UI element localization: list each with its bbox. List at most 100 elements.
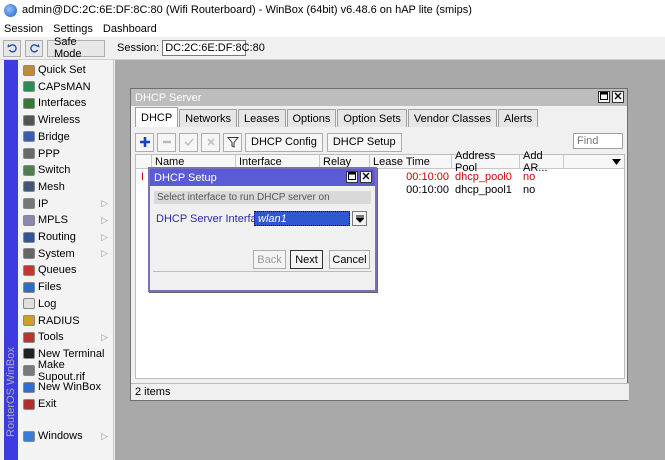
sidebar-item-quick-set[interactable]: Quick Set [18,62,114,78]
dropdown-arrow-icon [355,215,364,223]
item-count: 2 items [135,386,171,398]
radius-icon [23,315,35,326]
dhcp-setup-title: DHCP Setup [154,171,217,184]
table-row-2-add-arp[interactable]: no [520,183,538,196]
table-header-lease-time[interactable]: Lease Time [370,155,452,169]
disable-button[interactable] [201,132,220,152]
tab-networks[interactable]: Networks [179,109,238,127]
ip-icon [23,198,35,210]
sidebar-item-mesh[interactable]: Mesh [18,179,114,195]
sidebar-item-windows[interactable]: Windows ▷ [18,428,114,444]
table-row-1-address-pool[interactable]: dhcp_pool0 [452,170,515,183]
setup-maximize-button[interactable] [346,171,358,183]
sidebar-item-label: Switch [38,164,71,177]
dhcp-setup-titlebar[interactable]: DHCP Setup [150,169,375,186]
sidebar-item-label: New WinBox [38,381,101,394]
menu-settings[interactable]: Settings [49,23,97,35]
sidebar-item-radius[interactable]: RADIUS [18,313,114,329]
setup-hint: Select interface to run DHCP server on [154,191,371,204]
dhcp-setup-button[interactable]: DHCP Setup [326,132,402,152]
sidebar-item-label: Routing [38,231,76,243]
close-icon [362,172,370,180]
interface-dropdown-button[interactable] [352,211,367,226]
sidebar-item-interfaces[interactable]: Interfaces [18,95,114,111]
sidebar-item-exit[interactable]: Exit [18,396,114,412]
menu-dashboard[interactable]: Dashboard [99,23,161,35]
table-header-menu[interactable] [564,155,624,169]
sidebar-item-label: MPLS [38,214,68,227]
dhcp-server-titlebar[interactable]: DHCP Server [131,89,627,106]
table-row-2-address-pool[interactable]: dhcp_pool1 [452,183,515,196]
sidebar-item-label: Exit [38,398,57,410]
sidebar-item-make-supout-rif[interactable]: Make Supout.rif [18,359,114,383]
tab-alerts[interactable]: Alerts [497,109,539,127]
dhcp-config-button[interactable]: DHCP Config [245,132,323,152]
sidebar-item-switch[interactable]: Switch [18,162,114,178]
system-icon [23,248,35,260]
window-title: admin@DC:2C:6E:DF:8C:80 (Wifi Routerboar… [22,4,472,16]
tools-icon [23,331,35,343]
sidebar-item-ip[interactable]: IP ▷ [18,196,114,212]
tab-vendor-classes[interactable]: Vendor Classes [407,109,497,127]
session-field[interactable]: DC:2C:6E:DF:8C:80 [162,40,265,56]
mpls-icon [23,214,35,226]
interface-select[interactable]: wlan1 [254,211,350,226]
sidebar-item-bridge[interactable]: Bridge [18,129,114,145]
sidebar-item-label: Files [38,281,62,294]
ppp-icon [23,148,35,159]
next-button[interactable]: Next [290,250,323,269]
redo-button[interactable] [25,39,43,57]
tab-dhcp[interactable]: DHCP [135,107,179,127]
interfaces-icon [23,97,35,109]
submenu-arrow-icon: ▷ [101,248,108,259]
table-header-add-arp[interactable]: Add AR... [520,150,564,174]
sidebar-item-label: RADIUS [38,314,80,327]
back-button[interactable]: Back [253,250,286,269]
sidebar-item-new-winbox[interactable]: New WinBox [18,379,114,395]
remove-button[interactable] [157,132,176,152]
sidebar-item-label: Interfaces [38,97,87,110]
add-button[interactable] [135,132,154,152]
safe-mode-button[interactable]: Safe Mode [47,36,105,60]
sidebar-item-log[interactable]: Log [18,296,114,312]
tab-option-sets[interactable]: Option Sets [337,109,407,127]
check-icon [183,138,194,147]
sidebar-item-label: System [38,247,75,260]
setup-status-bar [153,271,372,287]
close-button[interactable] [612,91,624,103]
menu-session[interactable]: Session [0,23,47,35]
table-row-1-lease-time[interactable]: 00:10:00 [370,170,452,183]
submenu-arrow-icon: ▷ [101,198,108,209]
sidebar-item-ppp[interactable]: PPP [18,146,114,162]
maximize-button[interactable] [598,91,610,103]
side-strip: RouterOS WinBox [4,60,18,460]
queues-icon [23,264,35,276]
menu-bar: Session Settings Dashboard [0,20,665,37]
enable-button[interactable] [179,132,198,152]
plus-icon [139,137,150,147]
window-titlebar: admin@DC:2C:6E:DF:8C:80 (Wifi Routerboar… [0,0,665,20]
sidebar-item-label: Quick Set [38,64,86,76]
minus-icon [162,140,171,144]
sidebar-item-label: Wireless [38,114,81,127]
setup-close-button[interactable] [360,171,372,183]
sidebar-item-files[interactable]: Files [18,279,114,295]
capsman-icon [23,81,35,93]
table-row-2-lease-time[interactable]: 00:10:00 [370,183,452,196]
tab-options[interactable]: Options [286,109,337,127]
sidebar-item-label: PPP [38,147,61,160]
sidebar-item-system[interactable]: System ▷ [18,246,114,262]
filter-button[interactable] [223,132,242,152]
sidebar-item-capsman[interactable]: CAPsMAN [18,79,114,95]
sidebar-item-routing[interactable]: Routing ▷ [18,229,114,245]
table-row-1-add-arp[interactable]: no [520,170,538,183]
sidebar-item-tools[interactable]: Tools ▷ [18,329,114,345]
cancel-button[interactable]: Cancel [329,250,370,269]
table-header-address-pool[interactable]: Address Pool [452,150,520,174]
sidebar-item-queues[interactable]: Queues [18,262,114,278]
tab-leases[interactable]: Leases [238,109,286,127]
find-input[interactable] [573,133,623,149]
undo-button[interactable] [3,39,21,57]
sidebar-item-wireless[interactable]: Wireless [18,112,114,128]
sidebar-item-mpls[interactable]: MPLS ▷ [18,212,114,228]
